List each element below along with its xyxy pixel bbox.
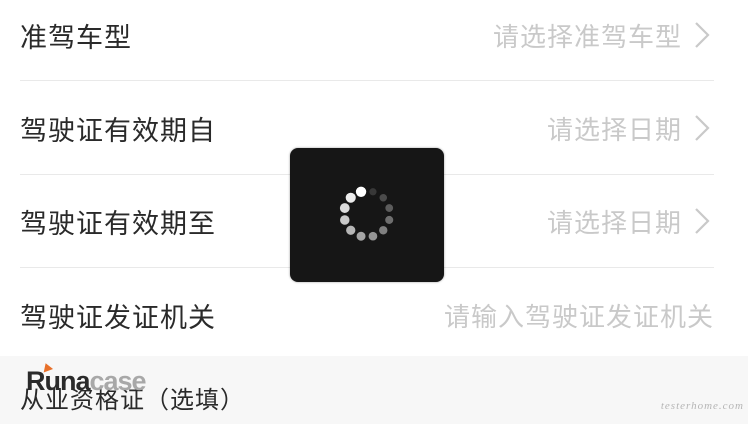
license-valid-from-selector[interactable]: 请选择日期 — [547, 110, 714, 147]
spinner-dot — [346, 225, 356, 235]
license-valid-from-placeholder: 请选择日期 — [546, 115, 682, 146]
divider — [20, 80, 714, 81]
license-valid-to-selector[interactable]: 请选择日期 — [547, 203, 714, 240]
spinner-dot — [385, 204, 394, 212]
optional-section-header: 从业资格证（选填） Runacase testerhome.com — [0, 356, 748, 424]
chevron-right-icon — [695, 208, 710, 234]
watermark: testerhome.com — [660, 400, 744, 412]
license-valid-to-label: 驾驶证有效期至 — [20, 208, 216, 240]
spinner-dot — [345, 192, 356, 203]
driving-class-label: 准驾车型 — [20, 22, 132, 54]
spinner-dot — [355, 186, 367, 197]
loading-toast — [290, 148, 444, 282]
issuing-authority-row: 驾驶证发证机关 请输入驾驶证发证机关 — [20, 270, 714, 360]
license-valid-from-label: 驾驶证有效期自 — [20, 115, 216, 147]
driving-class-selector[interactable]: 请选择准驾车型 — [493, 17, 714, 54]
runacase-logo: Runacase — [26, 366, 147, 397]
logo-text-secondary: case — [89, 366, 147, 396]
spinner-dot — [368, 231, 378, 241]
chevron-right-icon — [695, 115, 710, 141]
spinner-dot — [379, 193, 388, 202]
chevron-right-icon — [695, 22, 710, 48]
spinner-icon — [339, 186, 394, 241]
spinner-dot — [339, 203, 350, 213]
spinner-dot — [356, 231, 366, 241]
logo-text-main: Runa — [26, 366, 90, 396]
license-valid-to-placeholder: 请选择日期 — [546, 208, 682, 239]
spinner-dot — [385, 215, 394, 224]
driving-class-row[interactable]: 准驾车型 请选择准驾车型 — [20, 0, 714, 80]
spinner-dot — [369, 188, 377, 196]
spinner-dot — [340, 215, 350, 225]
issuing-authority-input[interactable]: 请输入驾驶证发证机关 — [444, 297, 714, 334]
driving-class-placeholder: 请选择准驾车型 — [492, 22, 682, 53]
issuing-authority-label: 驾驶证发证机关 — [20, 302, 216, 334]
spinner-dot — [379, 226, 388, 235]
